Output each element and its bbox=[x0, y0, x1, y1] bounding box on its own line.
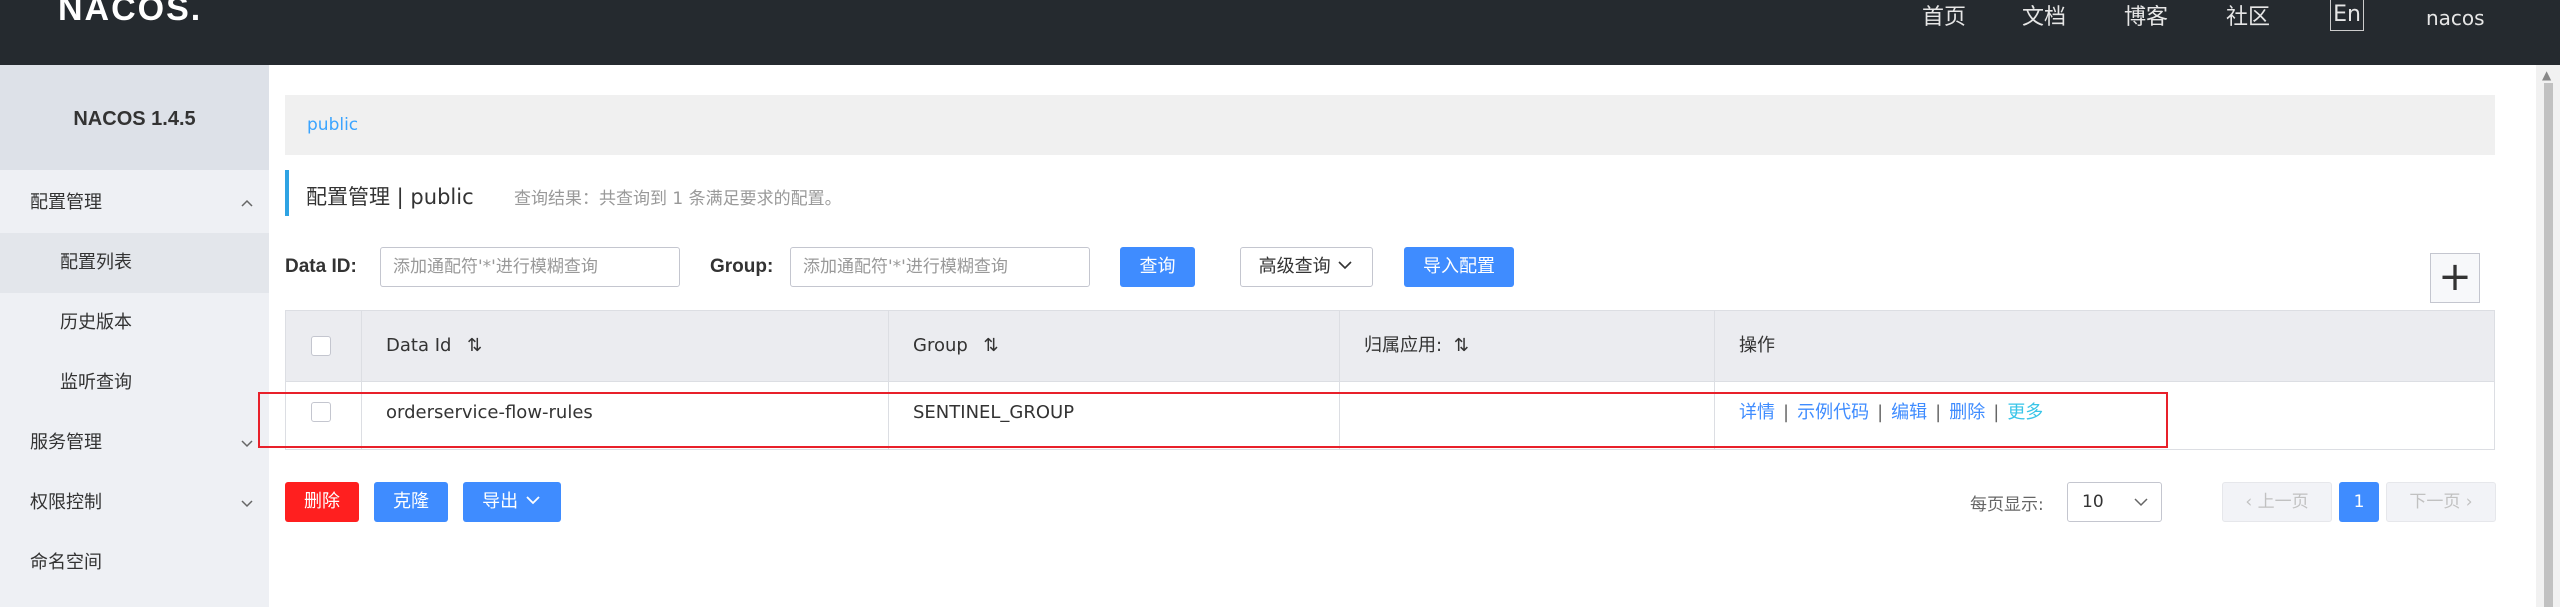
export-button[interactable]: 导出 bbox=[463, 482, 561, 522]
sidebar-item-listen-query[interactable]: 监听查询 bbox=[0, 353, 269, 413]
column-header-label: Data Id bbox=[386, 335, 452, 356]
sort-icon[interactable]: ⇅ bbox=[467, 335, 482, 356]
user-name[interactable]: nacos bbox=[2426, 0, 2485, 36]
column-header-label: Group bbox=[913, 335, 968, 356]
query-button[interactable]: 查询 bbox=[1120, 247, 1195, 287]
export-label: 导出 bbox=[482, 491, 519, 512]
scrollbar-thumb[interactable] bbox=[2544, 83, 2553, 607]
sidebar-item-label: 历史版本 bbox=[60, 312, 132, 333]
group-input[interactable]: 添加通配符'*'进行模糊查询 bbox=[790, 247, 1090, 287]
namespace-link-public[interactable]: public bbox=[307, 115, 358, 135]
clone-button[interactable]: 克隆 bbox=[374, 482, 448, 522]
sidebar-item-label: 权限控制 bbox=[30, 492, 102, 513]
column-header-dataid[interactable]: Data Id ⇅ bbox=[386, 311, 482, 381]
query-result-text: 查询结果：共查询到 1 条满足要求的配置。 bbox=[514, 189, 842, 209]
sidebar-item-label: 配置列表 bbox=[60, 252, 132, 273]
chevron-down-icon bbox=[1336, 256, 1354, 277]
chevron-right-icon: › bbox=[2465, 492, 2473, 512]
namespace-bar: public bbox=[285, 95, 2495, 155]
nav-docs[interactable]: 文档 bbox=[2022, 0, 2066, 36]
sidebar-item-config-management[interactable]: 配置管理 bbox=[0, 173, 269, 233]
sidebar-item-label: 命名空间 bbox=[30, 552, 102, 573]
advanced-query-label: 高级查询 bbox=[1258, 256, 1331, 277]
dataid-label: Data ID: bbox=[285, 256, 357, 277]
sort-icon[interactable]: ⇅ bbox=[984, 335, 999, 356]
column-header-group[interactable]: Group ⇅ bbox=[913, 311, 999, 381]
column-header-actions: 操作 bbox=[1739, 335, 1775, 356]
row-divider bbox=[286, 381, 2494, 382]
nav-community[interactable]: 社区 bbox=[2226, 0, 2270, 36]
chevron-down-icon bbox=[2133, 483, 2149, 535]
page-size-label: 每页显示: bbox=[1970, 495, 2044, 515]
sidebar-item-namespace[interactable]: 命名空间 bbox=[0, 533, 269, 593]
chevron-left-icon: ‹ bbox=[2245, 492, 2253, 512]
sidebar-item-history[interactable]: 历史版本 bbox=[0, 293, 269, 353]
chevron-down-icon bbox=[524, 491, 542, 512]
page-1-button[interactable]: 1 bbox=[2339, 482, 2379, 522]
prev-page-label: 上一页 bbox=[2257, 492, 2309, 512]
top-navbar: NACOS. 首页 文档 博客 社区 En nacos bbox=[0, 0, 2560, 65]
sidebar-item-label: 配置管理 bbox=[30, 192, 102, 213]
highlight-box bbox=[258, 392, 2168, 448]
column-header-app[interactable]: 归属应用: ⇅ bbox=[1364, 311, 1469, 381]
nav-blog[interactable]: 博客 bbox=[2124, 0, 2168, 36]
plus-icon[interactable]: + bbox=[2430, 253, 2480, 303]
page-size-select[interactable]: 10 bbox=[2067, 482, 2162, 522]
import-config-button[interactable]: 导入配置 bbox=[1404, 247, 1514, 287]
sidebar-item-label: 监听查询 bbox=[60, 372, 132, 393]
sidebar: NACOS 1.4.5 配置管理 配置列表 历史版本 监听查询 服务管理 权限控… bbox=[0, 65, 269, 607]
sidebar-item-service-management[interactable]: 服务管理 bbox=[0, 413, 269, 473]
group-label: Group: bbox=[710, 256, 774, 277]
select-all-checkbox[interactable] bbox=[311, 336, 331, 356]
sort-icon[interactable]: ⇅ bbox=[1454, 335, 1469, 356]
dataid-input[interactable]: 添加通配符'*'进行模糊查询 bbox=[380, 247, 680, 287]
scroll-up-arrow-icon[interactable]: ▲ bbox=[2542, 68, 2551, 82]
vertical-scrollbar[interactable]: ▲ bbox=[2536, 65, 2560, 607]
nav-home[interactable]: 首页 bbox=[1922, 0, 1966, 36]
page-size-value: 10 bbox=[2082, 492, 2104, 512]
next-page-button[interactable]: 下一页 › bbox=[2386, 482, 2496, 522]
advanced-query-button[interactable]: 高级查询 bbox=[1240, 247, 1373, 287]
prev-page-button[interactable]: ‹ 上一页 bbox=[2222, 482, 2332, 522]
language-switch[interactable]: En bbox=[2330, 0, 2364, 31]
column-header-label: 归属应用: bbox=[1364, 335, 1443, 356]
sidebar-brand: NACOS 1.4.5 bbox=[0, 65, 269, 170]
nacos-logo[interactable]: NACOS. bbox=[58, 0, 202, 27]
delete-button[interactable]: 删除 bbox=[285, 482, 359, 522]
sidebar-item-permission[interactable]: 权限控制 bbox=[0, 473, 269, 533]
page-title-bar: 配置管理 | public 查询结果：共查询到 1 条满足要求的配置。 bbox=[285, 170, 842, 216]
sidebar-item-config-list[interactable]: 配置列表 bbox=[0, 233, 269, 293]
next-page-label: 下一页 bbox=[2409, 492, 2461, 512]
page-title: 配置管理 | public bbox=[306, 185, 474, 209]
sidebar-item-label: 服务管理 bbox=[30, 432, 102, 453]
